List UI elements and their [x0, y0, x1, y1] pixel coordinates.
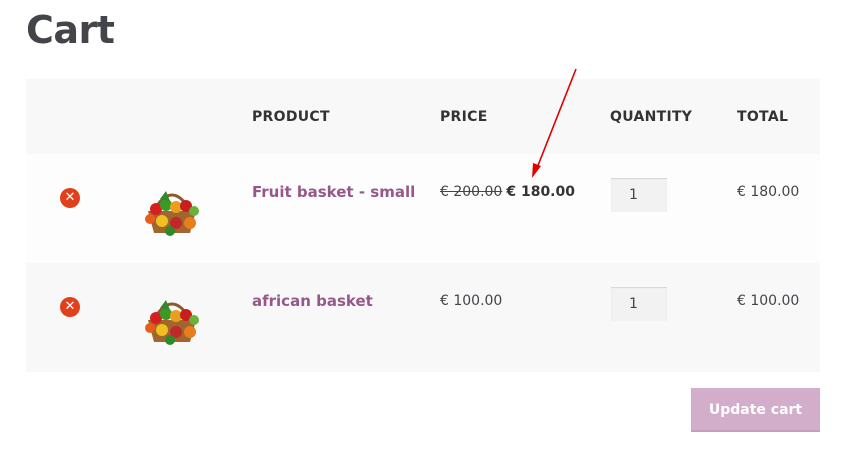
- header-price: PRICE: [440, 109, 488, 125]
- header-product: PRODUCT: [252, 109, 330, 125]
- product-thumbnail-fruit-basket[interactable]: [142, 181, 202, 237]
- cart-item-row: ✕ Fruit basket - small € 200.00 € 180.00 …: [26, 154, 820, 263]
- price-regular: € 200.00: [440, 184, 503, 200]
- product-thumbnail-african-basket[interactable]: [142, 290, 202, 346]
- price-cell: € 200.00 € 180.00: [440, 184, 575, 200]
- page-title: Cart: [26, 8, 115, 52]
- line-total: € 100.00: [737, 293, 800, 309]
- remove-item-button[interactable]: ✕: [60, 188, 80, 208]
- remove-item-button[interactable]: ✕: [60, 297, 80, 317]
- price-cell: € 100.00: [440, 293, 503, 309]
- cart-table: PRODUCT PRICE QUANTITY TOTAL ✕ Fruit bas…: [26, 79, 820, 372]
- cart-table-header: PRODUCT PRICE QUANTITY TOTAL: [26, 79, 820, 154]
- remove-circle-icon: ✕: [64, 299, 76, 314]
- quantity-input[interactable]: [611, 287, 667, 321]
- cart-item-row: ✕ african basket € 100.00 € 100.00: [26, 263, 820, 372]
- quantity-input[interactable]: [611, 178, 667, 212]
- remove-circle-icon: ✕: [64, 190, 76, 205]
- product-link[interactable]: Fruit basket - small: [252, 183, 415, 201]
- line-total: € 180.00: [737, 184, 800, 200]
- product-link[interactable]: african basket: [252, 292, 373, 310]
- price-sale: € 180.00: [506, 184, 575, 200]
- header-total: TOTAL: [737, 109, 789, 125]
- header-quantity: QUANTITY: [610, 109, 693, 125]
- update-cart-button[interactable]: Update cart: [691, 388, 820, 432]
